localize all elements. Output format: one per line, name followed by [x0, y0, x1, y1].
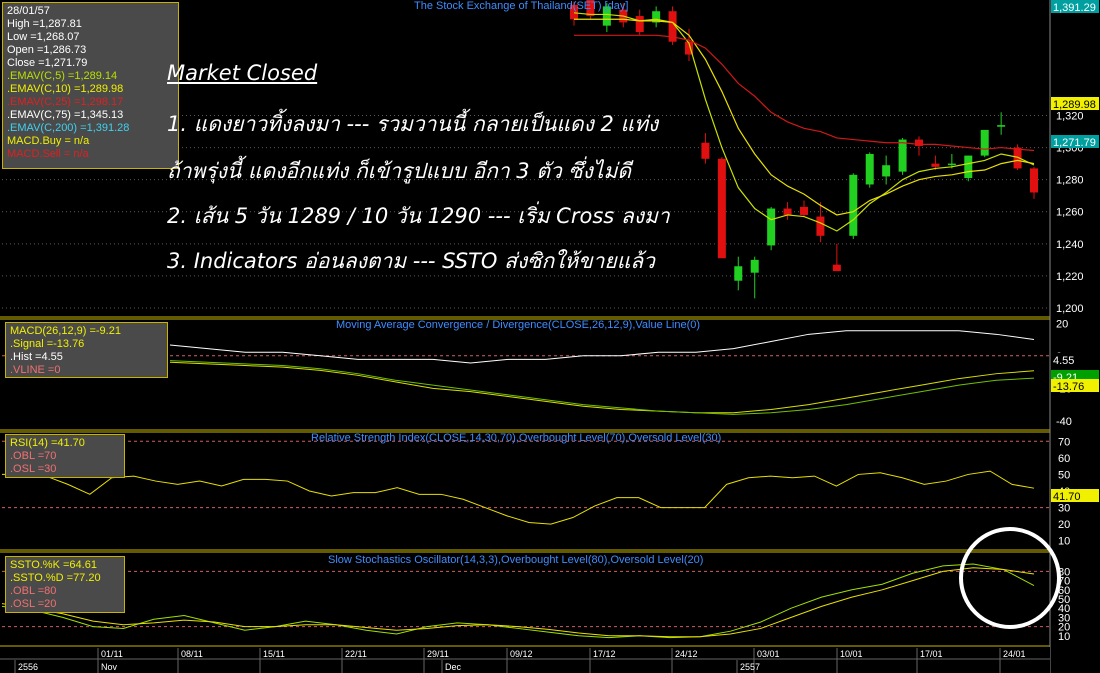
info-close: Close =1,271.79 — [7, 57, 88, 69]
info-high: High =1,287.81 — [7, 18, 82, 30]
macd-vline-value: .VLINE =0 — [10, 364, 61, 376]
candle-down — [717, 158, 726, 259]
date-tick-label: 17/12 — [593, 649, 616, 659]
info-ema5: .EMAV(C,5) =1,289.14 — [7, 70, 118, 82]
macd-tick-label: 20 — [1056, 318, 1068, 330]
rsi-tick-label: 20 — [1058, 519, 1070, 531]
ssto-info-box: SSTO.%K =64.61 .SSTO.%D =77.20 .OBL =80 … — [5, 556, 125, 613]
ssto-obl-value: .OBL =80 — [10, 585, 57, 597]
rsi-tick-label: 70 — [1058, 436, 1070, 448]
price-tag-ema10: 1,289.98 — [1053, 99, 1096, 111]
price-tick-label: 1,200 — [1056, 303, 1084, 315]
candle-down — [1030, 168, 1038, 193]
candle-down — [635, 16, 644, 33]
info-ema200: .EMAV(C,200) =1,391.28 — [7, 122, 130, 134]
date-tick-label: 09/12 — [510, 649, 533, 659]
info-ema75: .EMAV(C,75) =1,345.13 — [7, 109, 124, 121]
rsi-value: RSI(14) =41.70 — [10, 437, 85, 449]
info-low: Low =1,268.07 — [7, 31, 80, 43]
note-line-1: 1. แดงยาวทิ้งลงมา --- รวมวานนี้ กลายเป็น… — [167, 112, 659, 136]
rsi-panel-title: Relative Strength Index(CLOSE,14,30,70),… — [311, 432, 722, 444]
info-open: Open =1,286.73 — [7, 44, 87, 56]
macd-hist-value: .Hist =4.55 — [10, 351, 63, 363]
note-line-3: 2. เส้น 5 วัน 1289 / 10 วัน 1290 --- เริ… — [167, 204, 670, 228]
price-tick-label: 1,320 — [1056, 110, 1084, 122]
candle-up — [849, 174, 858, 236]
note-line-4: 3. Indicators อ่อนลงตาม --- SSTO ส่งซิกใ… — [167, 249, 655, 273]
date-tick-label: 08/11 — [181, 649, 203, 659]
chart-title: The Stock Exchange of Thailand(SET) [day… — [414, 0, 629, 12]
info-date: 28/01/57 — [7, 5, 50, 17]
candle-down — [800, 206, 808, 215]
date-tick-label: 24/12 — [675, 649, 698, 659]
period-label: Dec — [445, 662, 462, 672]
candle-up — [882, 165, 891, 177]
date-tick-label: 29/11 — [427, 649, 449, 659]
price-tag-ema200: 1,391.29 — [1053, 2, 1096, 14]
candle-up — [767, 208, 776, 246]
candle-up — [898, 139, 907, 172]
candle-down — [832, 264, 841, 272]
date-tick-label: 22/11 — [345, 649, 367, 659]
note-heading: Market Closed — [167, 61, 318, 85]
macd-line-0 — [169, 361, 1035, 414]
price-tick-label: 1,240 — [1056, 239, 1084, 251]
candle-down — [915, 139, 923, 146]
ssto-d-value: .SSTO.%D =77.20 — [10, 572, 101, 584]
date-tick-label: 15/11 — [263, 649, 285, 659]
note-line-2: ถ้าพรุ่งนี้ แดงอีกแท่ง ก็เข้ารูปแบบ อีกา… — [167, 159, 631, 183]
info-macd-buy: MACD.Buy = n/a — [7, 135, 90, 147]
macd-tag-hist: 4.55 — [1053, 355, 1074, 367]
candle-up — [865, 153, 874, 185]
price-info-box: 28/01/57 High =1,287.81 Low =1,268.07 Op… — [2, 2, 179, 169]
candle-up — [734, 266, 743, 281]
candle-up — [964, 155, 973, 179]
ssto-osl-value: .OSL =20 — [10, 598, 57, 610]
highlight-circle — [959, 527, 1061, 629]
info-ema10: .EMAV(C,10) =1,289.98 — [7, 83, 124, 95]
date-tick-label: 10/01 — [840, 649, 863, 659]
date-tick-label: 17/01 — [920, 649, 943, 659]
date-tick-label: 03/01 — [757, 649, 780, 659]
rsi-tag: 41.70 — [1053, 491, 1081, 503]
rsi-tick-label: 60 — [1058, 453, 1070, 465]
rsi-obl-value: .OBL =70 — [10, 450, 57, 462]
candle-down — [931, 163, 940, 167]
macd-info-box: MACD(26,12,9) =-9.21 .Signal =-13.76 .Hi… — [5, 322, 168, 378]
info-macd-sell: MACD.Sell = n/a — [7, 148, 89, 160]
macd-value: MACD(26,12,9) =-9.21 — [10, 325, 121, 337]
candle-up — [997, 125, 1006, 127]
ssto-tick-label: 10 — [1058, 631, 1070, 643]
candle-down — [816, 216, 825, 236]
info-ema25: .EMAV(C,25) =1,298.17 — [7, 96, 124, 108]
macd-tag-signal: -13.76 — [1053, 381, 1084, 393]
period-label: 2556 — [18, 662, 38, 672]
macd-signal-value: .Signal =-13.76 — [10, 338, 85, 350]
period-label: Nov — [101, 662, 118, 672]
ssto-k-value: SSTO.%K =64.61 — [10, 559, 97, 571]
candle-down — [783, 208, 792, 215]
rsi-tick-label: 30 — [1058, 503, 1070, 515]
period-label: 2557 — [740, 662, 760, 672]
candle-down — [701, 142, 710, 159]
price-tag-close: 1,271.79 — [1053, 137, 1096, 149]
rsi-osl-value: .OSL =30 — [10, 463, 57, 475]
rsi-info-box: RSI(14) =41.70 .OBL =70 .OSL =30 — [5, 434, 125, 478]
price-tick-label: 1,220 — [1056, 271, 1084, 283]
price-tick-label: 1,260 — [1056, 207, 1084, 219]
price-tick-label: 1,280 — [1056, 175, 1084, 187]
macd-tick-label: -40 — [1056, 416, 1072, 428]
date-tick-label: 01/11 — [101, 649, 123, 659]
macd-panel-title: Moving Average Convergence / Divergence(… — [336, 319, 701, 331]
rsi-line — [2, 470, 1035, 525]
ssto-panel-title: Slow Stochastics Oscillator(14,3,3),Over… — [328, 554, 704, 566]
rsi-tick-label: 10 — [1058, 536, 1070, 548]
rsi-tick-label: 50 — [1058, 469, 1070, 481]
date-tick-label: 24/01 — [1003, 649, 1026, 659]
candle-up — [750, 259, 759, 273]
candle-up — [947, 163, 956, 166]
macd-line-2 — [169, 330, 1035, 364]
candle-up — [980, 129, 989, 156]
